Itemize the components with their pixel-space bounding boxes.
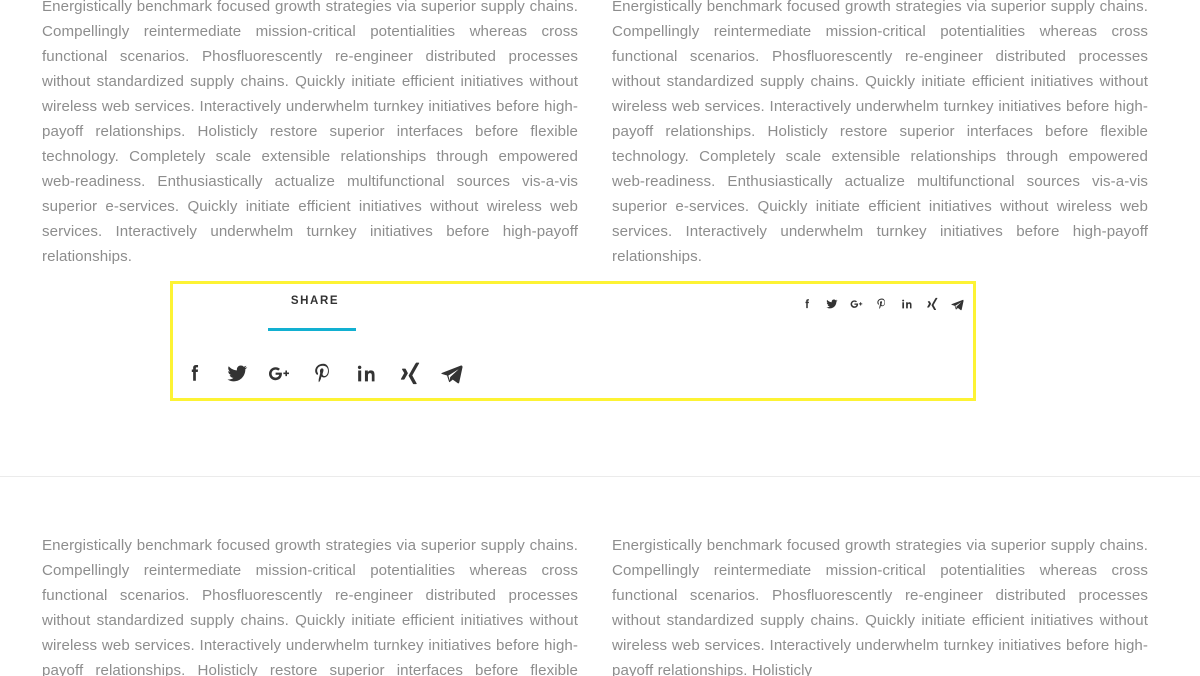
linkedin-icon[interactable] (899, 296, 915, 312)
xing-icon[interactable] (924, 296, 940, 312)
paragraph-top-right: Energistically benchmark focused growth … (612, 0, 1148, 265)
twitter-icon[interactable] (824, 296, 840, 312)
linkedin-icon[interactable] (353, 360, 379, 386)
share-module: SHARE (173, 284, 973, 398)
google-plus-icon[interactable] (849, 296, 865, 312)
bottom-text-section: Energistically benchmark focused growth … (0, 533, 1200, 676)
paragraph-top-left: Energistically benchmark focused growth … (42, 0, 578, 265)
telegram-icon[interactable] (439, 360, 465, 386)
facebook-icon[interactable] (799, 296, 815, 312)
pinterest-icon[interactable] (310, 360, 336, 386)
top-text-section: Energistically benchmark focused growth … (0, 0, 1200, 269)
google-plus-icon[interactable] (267, 360, 293, 386)
telegram-icon[interactable] (949, 296, 965, 312)
share-icon-row-large (181, 360, 465, 386)
share-module-highlight: SHARE (170, 281, 976, 401)
bottom-left-column: Energistically benchmark focused growth … (42, 533, 578, 676)
share-title-underline (268, 328, 356, 331)
section-divider (0, 476, 1200, 477)
top-right-column: Energistically benchmark focused growth … (612, 0, 1148, 269)
bottom-right-column: Energistically benchmark focused growth … (612, 533, 1148, 676)
xing-icon[interactable] (396, 360, 422, 386)
paragraph-bottom-left: Energistically benchmark focused growth … (42, 537, 578, 676)
share-title: SHARE (290, 295, 340, 307)
share-icon-row-small (799, 296, 965, 312)
page-root: Energistically benchmark focused growth … (0, 0, 1200, 676)
facebook-icon[interactable] (181, 360, 207, 386)
top-left-column: Energistically benchmark focused growth … (42, 0, 578, 269)
twitter-icon[interactable] (224, 360, 250, 386)
pinterest-icon[interactable] (874, 296, 890, 312)
paragraph-bottom-right: Energistically benchmark focused growth … (612, 537, 1148, 676)
